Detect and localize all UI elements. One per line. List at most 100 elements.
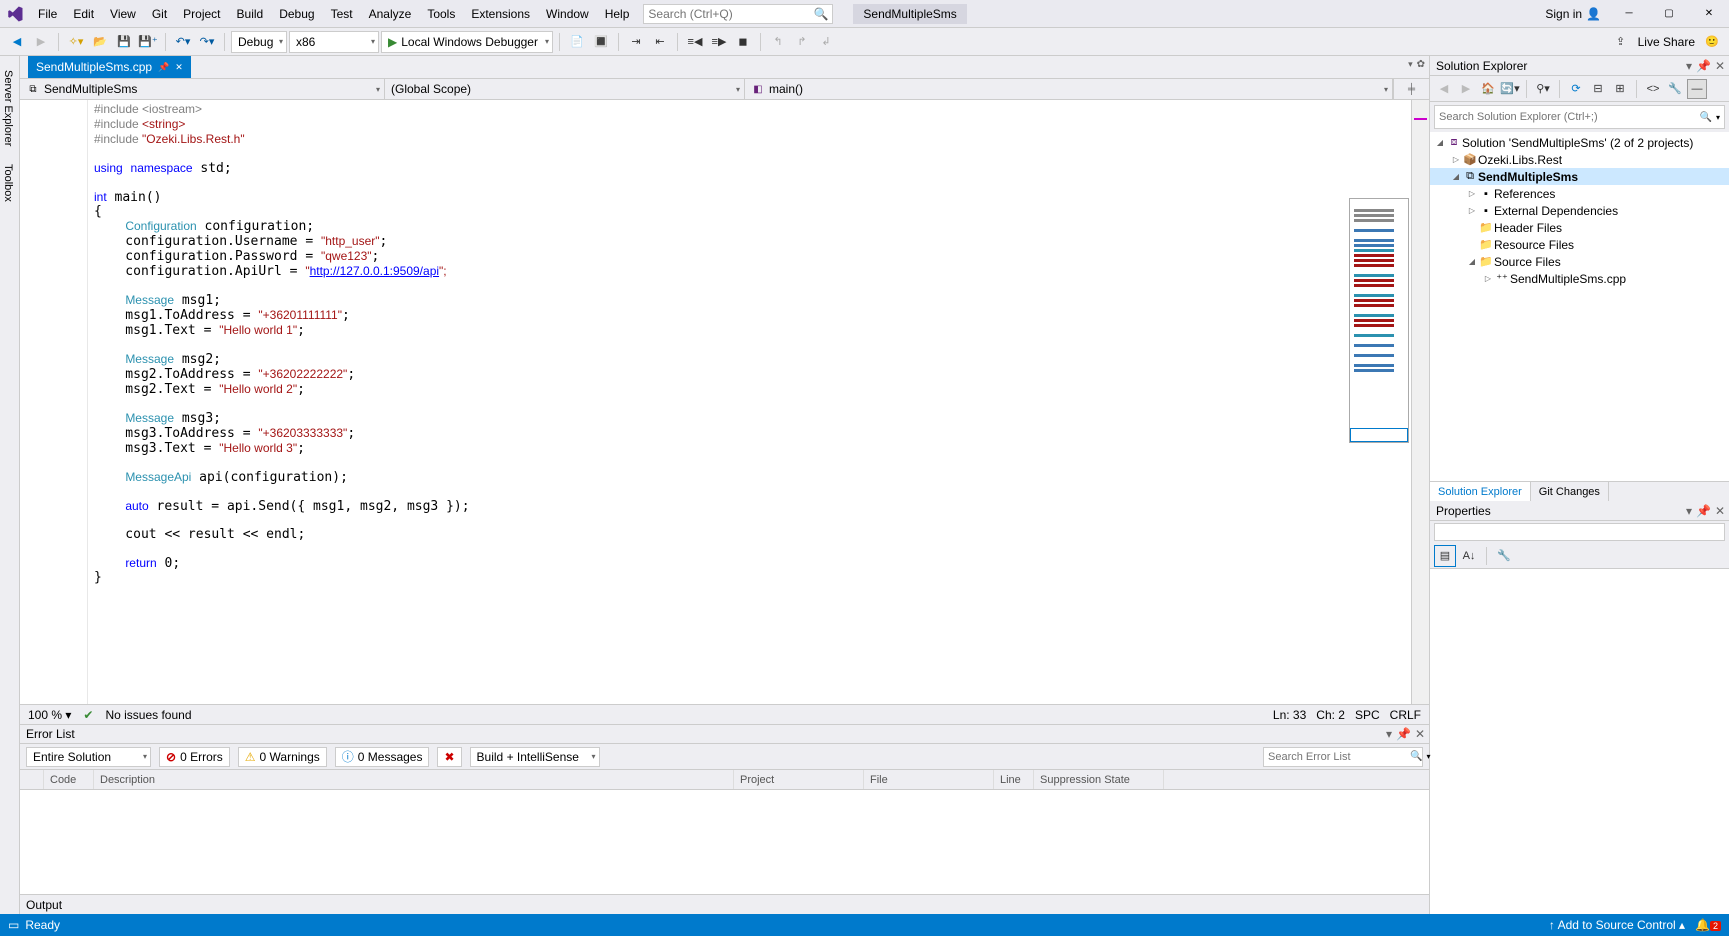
messages-filter[interactable]: ⓘ0 Messages [335, 747, 430, 767]
tree-item[interactable]: ◢⧉SendMultipleSms [1430, 168, 1729, 185]
menu-debug[interactable]: Debug [271, 0, 322, 28]
chevron-down-icon[interactable]: ▾ [1426, 752, 1430, 761]
code-editor[interactable]: #include <iostream> #include <string> #i… [20, 100, 1429, 704]
liveshare-label[interactable]: Live Share [1638, 35, 1695, 49]
pin-icon[interactable]: 📌 [1696, 59, 1711, 73]
tab-solution-explorer[interactable]: Solution Explorer [1430, 482, 1531, 501]
notifications-button[interactable]: 🔔2 [1695, 918, 1721, 932]
output-tab[interactable]: Output [20, 894, 1429, 914]
errors-filter[interactable]: ⊘0 Errors [159, 747, 230, 767]
menu-project[interactable]: Project [175, 0, 228, 28]
categorized-icon[interactable]: ▤ [1434, 545, 1456, 567]
scope-combo[interactable]: Entire Solution [26, 747, 151, 767]
menu-help[interactable]: Help [597, 0, 638, 28]
window-dropdown-icon[interactable]: ▾ [1686, 59, 1692, 73]
close-button[interactable]: ✕ [1689, 0, 1729, 28]
vertical-scrollbar[interactable] [1411, 100, 1429, 704]
indent-left-icon[interactable]: ≡◀ [684, 31, 706, 53]
tb-g-icon[interactable]: ↲ [815, 31, 837, 53]
maximize-button[interactable]: ▢ [1649, 0, 1689, 28]
se-viewcode-icon[interactable]: <> [1643, 79, 1663, 99]
se-switch-view-icon[interactable]: 🔄▾ [1500, 79, 1520, 99]
tree-item[interactable]: 📁Header Files [1430, 219, 1729, 236]
nav-forward-button[interactable]: ▶ [30, 31, 52, 53]
se-preview-icon[interactable]: — [1687, 79, 1707, 99]
new-project-button[interactable]: ✧▾ [65, 31, 87, 53]
tb-e-icon[interactable]: ↰ [767, 31, 789, 53]
window-dropdown-icon[interactable]: ▾ [1386, 727, 1392, 741]
chevron-down-icon[interactable]: ▾ [1408, 59, 1413, 70]
add-source-control-button[interactable]: ↑ Add to Source Control ▴ [1549, 918, 1685, 932]
error-search[interactable]: 🔍 ▾ [1263, 747, 1423, 767]
error-col-header[interactable]: Project [734, 770, 864, 789]
error-col-header[interactable]: Suppression State [1034, 770, 1164, 789]
menu-extensions[interactable]: Extensions [463, 0, 538, 28]
document-tab-active[interactable]: SendMultipleSms.cpp 📌 ✕ [28, 56, 191, 78]
tb-c-icon[interactable]: ⇥ [625, 31, 647, 53]
build-combo[interactable]: Build + IntelliSense [470, 747, 600, 767]
se-props-icon[interactable]: 🔧 [1665, 79, 1685, 99]
liveshare-icon[interactable]: ⇪ [1610, 31, 1632, 53]
config-combo[interactable]: Debug [231, 31, 287, 53]
signin-button[interactable]: Sign in 👤 [1537, 7, 1609, 21]
tree-item[interactable]: ▷▪External Dependencies [1430, 202, 1729, 219]
open-button[interactable]: 📂 [89, 31, 111, 53]
close-icon[interactable]: ✕ [1415, 727, 1425, 741]
menu-window[interactable]: Window [538, 0, 597, 28]
tree-solution-root[interactable]: ◢⧈Solution 'SendMultipleSms' (2 of 2 pro… [1430, 134, 1729, 151]
error-col-header[interactable]: Line [994, 770, 1034, 789]
menu-view[interactable]: View [102, 0, 144, 28]
nav-scope-combo[interactable]: (Global Scope) [385, 79, 745, 99]
tree-item[interactable]: ▷▪References [1430, 185, 1729, 202]
close-icon[interactable]: ✕ [1715, 59, 1725, 73]
pin-icon[interactable]: 📌 [1396, 727, 1411, 741]
menu-test[interactable]: Test [323, 0, 361, 28]
clear-filter-button[interactable]: ✖ [437, 747, 461, 767]
window-dropdown-icon[interactable]: ▾ [1686, 504, 1692, 518]
bookmark-icon[interactable]: ◼ [732, 31, 754, 53]
error-col-header[interactable]: Code [44, 770, 94, 789]
pin-icon[interactable]: 📌 [1696, 504, 1711, 518]
se-filter-icon[interactable]: ⚲▾ [1533, 79, 1553, 99]
alpha-sort-icon[interactable]: A↓ [1458, 545, 1480, 567]
close-icon[interactable]: ✕ [175, 62, 183, 73]
properties-object-combo[interactable] [1434, 523, 1725, 541]
menu-analyze[interactable]: Analyze [361, 0, 420, 28]
undo-button[interactable]: ↶▾ [172, 31, 194, 53]
warnings-filter[interactable]: ⚠0 Warnings [238, 747, 327, 767]
toolbox-tab[interactable]: Toolbox [0, 160, 19, 206]
window-options-icon[interactable]: ✿ [1417, 59, 1425, 70]
nav-back-button[interactable]: ◀ [6, 31, 28, 53]
se-collapse-icon[interactable]: ⊟ [1588, 79, 1608, 99]
menu-edit[interactable]: Edit [65, 0, 102, 28]
start-debug-button[interactable]: ▶ Local Windows Debugger [381, 31, 553, 53]
prop-pages-icon[interactable]: 🔧 [1493, 545, 1515, 567]
menu-tools[interactable]: Tools [419, 0, 463, 28]
error-col-header[interactable] [20, 770, 44, 789]
pin-icon[interactable]: 📌 [158, 62, 169, 73]
split-icon[interactable]: ╪ [1408, 84, 1415, 95]
save-all-button[interactable]: 💾⁺ [137, 31, 159, 53]
close-icon[interactable]: ✕ [1715, 504, 1725, 518]
indent-right-icon[interactable]: ≡▶ [708, 31, 730, 53]
nav-class-combo[interactable]: ⧉ SendMultipleSms [20, 79, 385, 99]
tb-d-icon[interactable]: ⇤ [649, 31, 671, 53]
redo-button[interactable]: ↷▾ [196, 31, 218, 53]
se-back-icon[interactable]: ◀ [1434, 79, 1454, 99]
tree-item[interactable]: ◢📁Source Files [1430, 253, 1729, 270]
menu-build[interactable]: Build [229, 0, 272, 28]
tb-a-icon[interactable]: 📄 [566, 31, 588, 53]
chevron-down-icon[interactable]: ▾ [1716, 113, 1720, 122]
se-sync-icon[interactable]: ⟳ [1566, 79, 1586, 99]
error-col-header[interactable]: File [864, 770, 994, 789]
tree-item[interactable]: ▷📦Ozeki.Libs.Rest [1430, 151, 1729, 168]
nav-func-combo[interactable]: ◧ main() [745, 79, 1393, 99]
platform-combo[interactable]: x86 [289, 31, 379, 53]
code-minimap[interactable] [1349, 198, 1409, 443]
server-explorer-tab[interactable]: Server Explorer [0, 66, 19, 150]
tb-f-icon[interactable]: ↱ [791, 31, 813, 53]
solution-explorer-search[interactable]: 🔍 ▾ [1434, 105, 1725, 129]
tree-item[interactable]: 📁Resource Files [1430, 236, 1729, 253]
error-col-header[interactable]: Description [94, 770, 734, 789]
save-button[interactable]: 💾 [113, 31, 135, 53]
